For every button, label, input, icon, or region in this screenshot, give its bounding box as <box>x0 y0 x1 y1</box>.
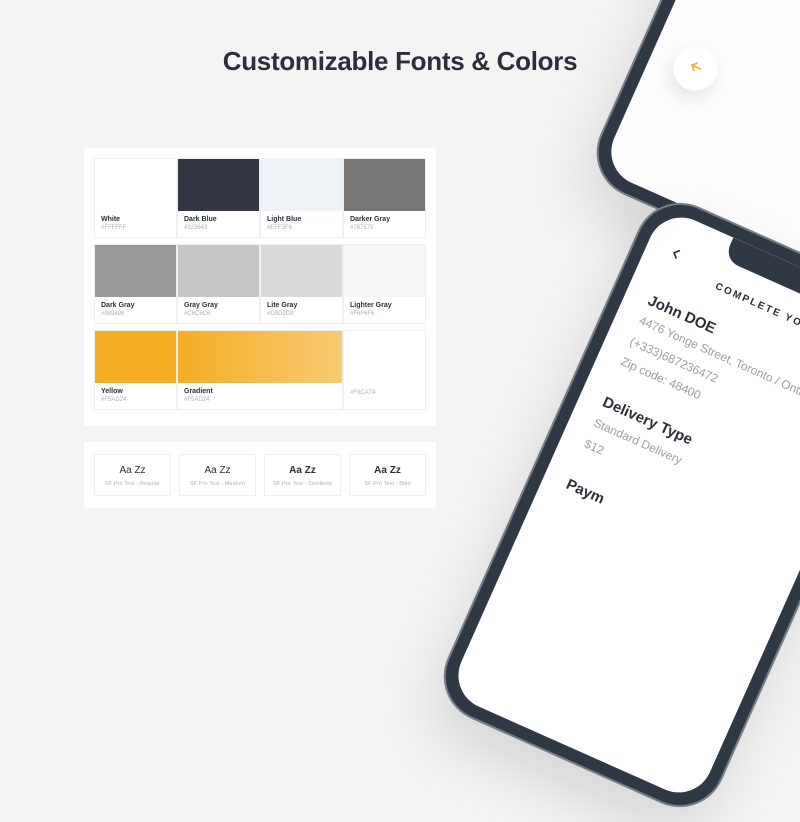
swatch-hex: #C6C6C6 <box>184 311 253 317</box>
phone-mock-primary: COMPLETE YOUR John DOE 4476 Yonge Street… <box>429 188 800 822</box>
swatch-gradient-end: #F8CA74 <box>343 330 426 410</box>
swatch-hex: #D9D9D9 <box>267 311 336 317</box>
font-name: SF Pro Text - Bold <box>354 481 421 487</box>
swatch-dark-gray: Dark Gray #989898 <box>94 244 177 324</box>
swatch-hex: #F5AD24 <box>184 397 336 403</box>
font-card-medium: Aa Zz SF Pro Text - Medium <box>179 454 256 496</box>
font-name: SF Pro Text - Semibold <box>269 481 336 487</box>
swatch-name: Gradient <box>184 388 336 395</box>
swatch-hex: #F8CA74 <box>350 390 419 396</box>
swatch-darker-gray: Darker Gray #787575 <box>343 158 426 238</box>
swatch-name: Lighter Gray <box>350 302 419 309</box>
swatch-yellow: Yellow #F5AD24 <box>94 330 177 410</box>
swatch-gradient: Gradient #F5AD24 <box>177 330 343 410</box>
swatch-dark-blue: Dark Blue #323643 <box>177 158 260 238</box>
swatch-chip <box>95 245 176 297</box>
swatch-chip <box>95 331 176 383</box>
swatch-hex: #EFF3F8 <box>267 225 336 231</box>
arrow-left-icon <box>684 56 707 82</box>
font-card-semibold: Aa Zz SF Pro Text - Semibold <box>264 454 341 496</box>
swatch-name: Yellow <box>101 388 170 395</box>
swatch-name: Dark Blue <box>184 216 253 223</box>
font-name: SF Pro Text - Regular <box>99 481 166 487</box>
swatch-chip <box>261 245 342 297</box>
swatch-lite-gray: Lite Gray #D9D9D9 <box>260 244 343 324</box>
back-button[interactable] <box>666 40 724 98</box>
swatch-hex: #787575 <box>350 225 419 231</box>
font-name: SF Pro Text - Medium <box>184 481 251 487</box>
phone-screen: COMPLETE YOUR John DOE 4476 Yonge Street… <box>448 207 800 804</box>
swatch-name: Dark Gray <box>101 302 170 309</box>
swatch-chip <box>261 159 342 211</box>
swatch-hex: #FFFFFF <box>101 225 170 231</box>
font-sample: Aa Zz <box>184 465 251 476</box>
font-card-bold: Aa Zz SF Pro Text - Bold <box>349 454 426 496</box>
swatch-hex: #F5AD24 <box>101 397 170 403</box>
color-palette-board: White #FFFFFF Dark Blue #323643 Light Bl… <box>84 148 436 426</box>
palette-grid: White #FFFFFF Dark Blue #323643 Light Bl… <box>94 158 426 416</box>
swatch-chip <box>344 159 425 211</box>
swatch-lighter-gray: Lighter Gray #F6F6F6 <box>343 244 426 324</box>
swatch-hex: #F6F6F6 <box>350 311 419 317</box>
swatch-chip <box>178 159 259 211</box>
swatch-white: White #FFFFFF <box>94 158 177 238</box>
swatch-name: Light Blue <box>267 216 336 223</box>
swatch-name: Darker Gray <box>350 216 419 223</box>
swatch-hex: #989898 <box>101 311 170 317</box>
swatch-chip <box>95 159 176 211</box>
font-card-regular: Aa Zz SF Pro Text - Regular <box>94 454 171 496</box>
font-sample: Aa Zz <box>99 465 166 476</box>
font-sample: Aa Zz <box>269 465 336 476</box>
swatch-hex: #323643 <box>184 225 253 231</box>
swatch-chip <box>344 245 425 297</box>
swatch-chip <box>178 245 259 297</box>
font-sample: Aa Zz <box>354 465 421 476</box>
swatch-name: Lite Gray <box>267 302 336 309</box>
swatch-name: Gray Gray <box>184 302 253 309</box>
palette-row-accent: Yellow #F5AD24 Gradient #F5AD24 #F8CA74 <box>94 330 426 416</box>
swatch-gray-gray: Gray Gray #C6C6C6 <box>177 244 260 324</box>
swatch-chip <box>178 331 342 383</box>
font-samples-board: Aa Zz SF Pro Text - Regular Aa Zz SF Pro… <box>84 442 436 508</box>
swatch-name: White <box>101 216 170 223</box>
swatch-light-blue: Light Blue #EFF3F8 <box>260 158 343 238</box>
